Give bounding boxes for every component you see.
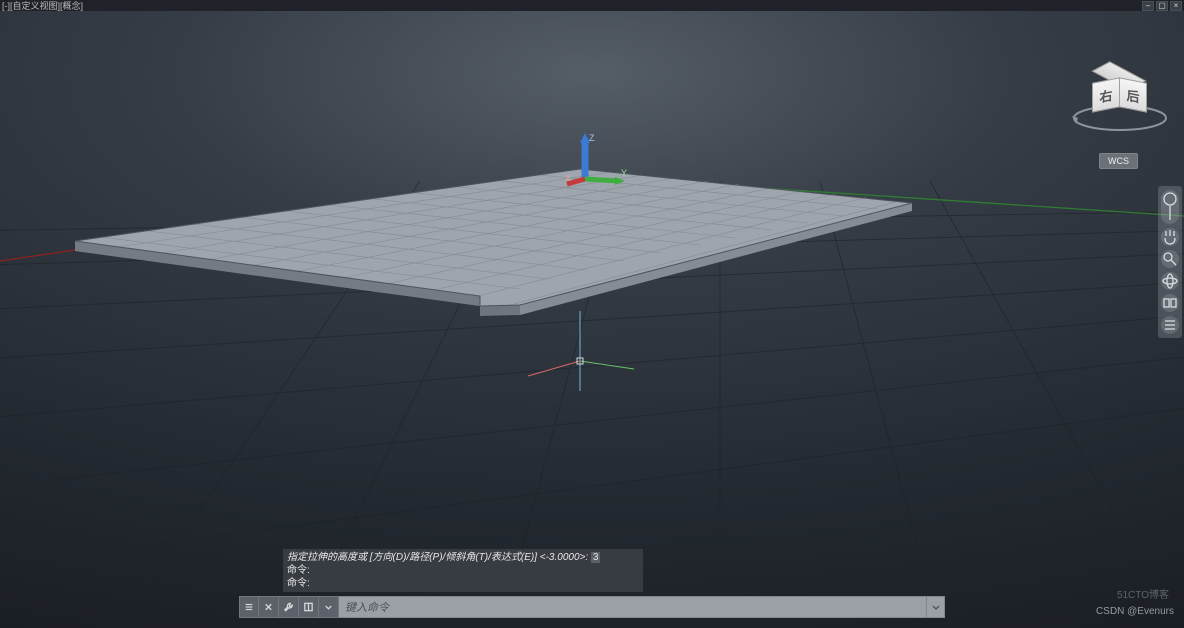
cmd-hist-line: 指定拉伸的高度或 [方向(D)/路径(P)/倾斜角(T)/表达式(E)] <-3… (287, 552, 588, 563)
window-controls: – ▢ × (1142, 1, 1182, 11)
svg-text:Y: Y (621, 168, 627, 178)
minimize-button[interactable]: – (1142, 1, 1154, 11)
nav-options-icon[interactable] (1161, 316, 1179, 334)
cmd-wrench-icon[interactable] (279, 596, 299, 618)
svg-text:X: X (565, 173, 571, 183)
watermark-blog: 51CTO博客 (1117, 586, 1169, 601)
svg-text:Z: Z (589, 133, 595, 143)
cmd-customize-icon[interactable] (239, 596, 259, 618)
navigation-bar (1158, 186, 1182, 338)
nav-orbit-icon[interactable] (1161, 272, 1179, 290)
viewcube[interactable]: 右 后 (1070, 66, 1170, 134)
scene-canvas (0, 11, 1184, 628)
ucs-icon[interactable]: Z X Y (565, 131, 635, 191)
cmd-hist-line: 命令: (287, 565, 310, 576)
cmd-hist-line: 命令: (287, 578, 310, 589)
viewcube-side-face[interactable]: 后 (1119, 77, 1147, 112)
nav-pan-icon[interactable] (1161, 228, 1179, 246)
command-input[interactable]: 键入命令 (339, 596, 927, 618)
command-history: 指定拉伸的高度或 [方向(D)/路径(P)/倾斜角(T)/表达式(E)] <-3… (283, 549, 643, 592)
command-line: 键入命令 (239, 596, 945, 618)
cmd-close-icon[interactable] (259, 596, 279, 618)
model-viewport[interactable]: Z X Y 右 后 WCS 指定拉伸的高度或 [方向(D)/路径(P)/倾斜角(… (0, 11, 1184, 628)
nav-steering-wheel-icon[interactable] (1161, 190, 1179, 224)
title-bar: [-][自定义视图][概念] – ▢ × (0, 0, 1184, 11)
nav-zoom-icon[interactable] (1161, 250, 1179, 268)
close-button[interactable]: × (1170, 1, 1182, 11)
nav-rewind-icon[interactable] (1161, 294, 1179, 312)
maximize-button[interactable]: ▢ (1156, 1, 1168, 11)
viewcube-front-face[interactable]: 右 (1092, 77, 1120, 112)
extruded-solid[interactable] (75, 169, 912, 316)
watermark-credit: CSDN @Evenurs (1096, 606, 1174, 617)
cmd-dropdown-icon[interactable] (319, 596, 339, 618)
wcs-button[interactable]: WCS (1099, 153, 1138, 169)
cmd-recent-icon[interactable] (299, 596, 319, 618)
command-input-drop-icon[interactable] (927, 596, 945, 618)
